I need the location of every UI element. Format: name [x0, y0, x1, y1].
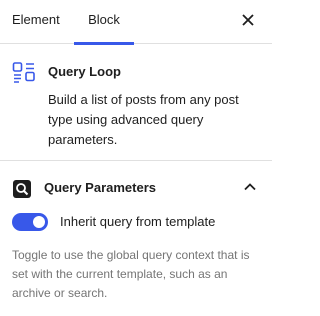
tab-element[interactable]: Element [12, 0, 60, 44]
toggle-knob [33, 216, 45, 228]
tab-block[interactable]: Block [74, 0, 134, 45]
sidebar-panel: Element Block Query Loop Build a list of… [0, 0, 272, 300]
block-description: Build a list of posts from any post type… [48, 92, 239, 147]
chevron-up-icon[interactable] [242, 179, 258, 195]
toggle-label: Inherit query from template [60, 214, 216, 229]
close-icon[interactable] [238, 10, 258, 30]
query-parameters-panel-toggle[interactable]: Query Parameters [0, 161, 272, 213]
sidebar-tabs: Element Block [0, 0, 272, 45]
block-card: Query Loop Build a list of posts from an… [0, 44, 272, 161]
tab-block-label: Block [88, 12, 120, 27]
panel-title: Query Parameters [44, 180, 157, 195]
block-title: Query Loop [48, 64, 121, 79]
query-params-icon [13, 180, 31, 198]
query-loop-icon [12, 62, 35, 83]
inherit-query-toggle[interactable] [12, 213, 48, 231]
inherit-query-row: Inherit query from template [0, 213, 272, 247]
toggle-help-text: Toggle to use the global query context t… [12, 248, 250, 300]
